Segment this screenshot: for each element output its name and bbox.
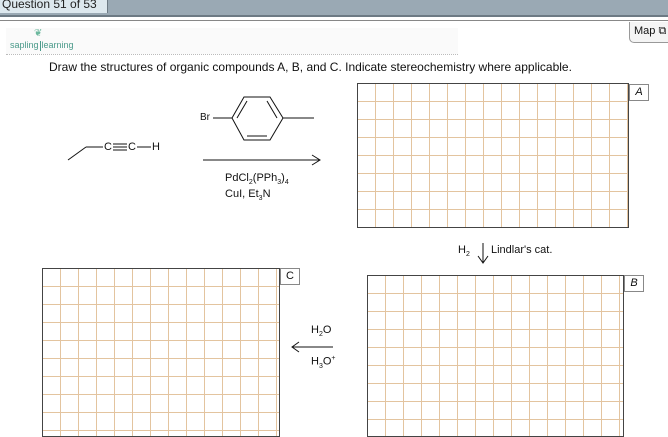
alkyne-carbon-2: C <box>128 141 136 153</box>
benzene-ring <box>231 96 284 141</box>
alkyne-carbon-1: C <box>104 141 112 153</box>
reagent-2-left: H2 <box>458 244 470 259</box>
drawing-canvas-b[interactable] <box>367 275 624 437</box>
label-a: A <box>629 84 649 101</box>
ring-double-bond <box>266 100 278 119</box>
label-c: C <box>280 268 300 285</box>
drawing-canvas-c[interactable] <box>42 268 280 437</box>
reagent-2-right: Lindlar's cat. <box>491 244 553 256</box>
bromo-label: Br <box>200 112 210 123</box>
ethyl-bond <box>67 146 87 161</box>
ring-double-bond <box>236 100 248 119</box>
drawing-canvas-a[interactable] <box>357 83 629 228</box>
label-b: B <box>624 275 644 292</box>
alkyne-hydrogen: H <box>152 141 160 153</box>
reagent-3-top: H2O <box>311 324 332 339</box>
reagent-3-bottom: H3O+ <box>311 355 336 370</box>
reagent-1-line-1: PdCl2(PPh3)4 <box>225 172 289 187</box>
reagent-1-line-2: CuI, Et3N <box>225 188 271 203</box>
